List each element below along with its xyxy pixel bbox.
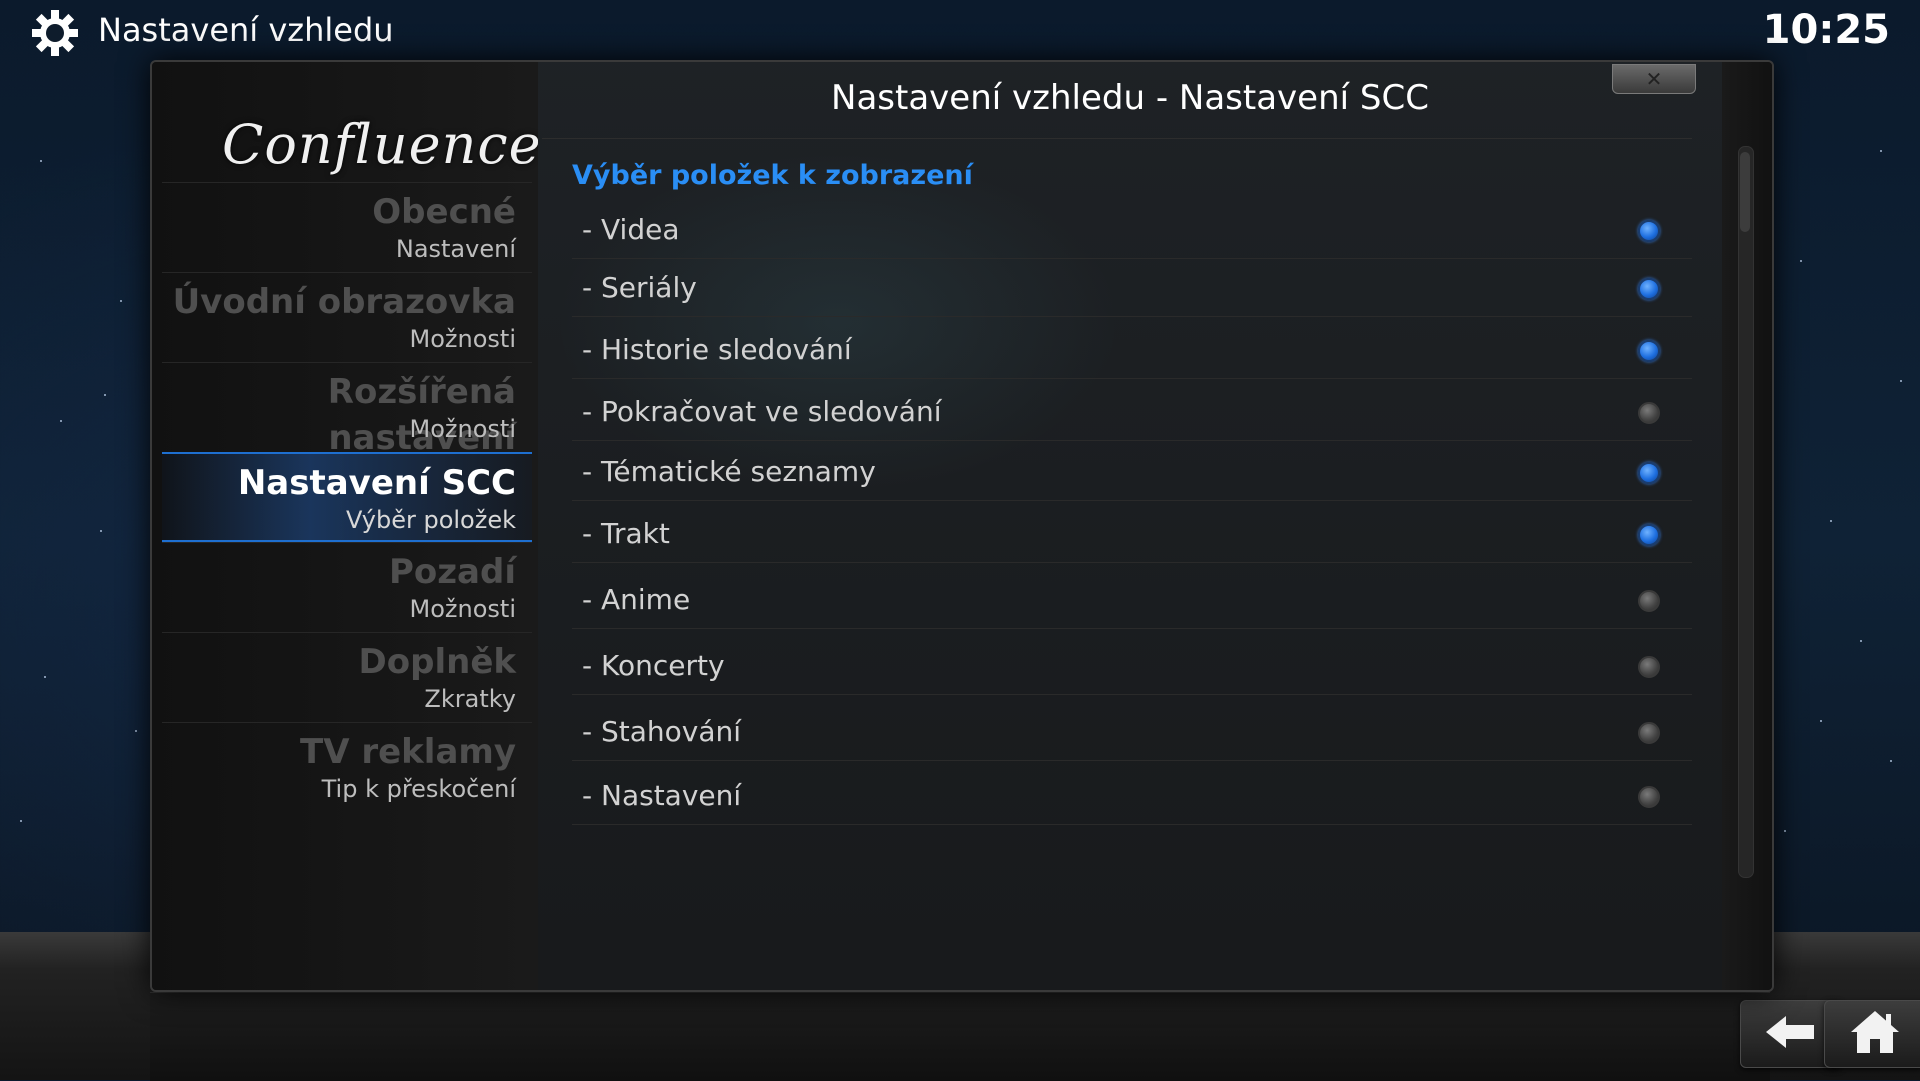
sidebar-item-doplnek[interactable]: Doplněk Zkratky bbox=[162, 632, 532, 722]
sidebar-item-title: Obecné bbox=[372, 192, 516, 232]
option-row-stahovani[interactable]: - Stahování bbox=[572, 704, 1692, 761]
section-header: Výběr položek k zobrazení bbox=[572, 160, 973, 191]
radio-toggle[interactable] bbox=[1638, 722, 1660, 744]
option-row-videa[interactable]: - Videa bbox=[572, 202, 1692, 259]
option-row-pokracovat-ve-sledovani[interactable]: - Pokračovat ve sledování bbox=[572, 384, 1692, 441]
radio-toggle[interactable] bbox=[1638, 462, 1660, 484]
sidebar-item-title: Doplněk bbox=[358, 642, 516, 682]
option-row-nastaveni[interactable]: - Nastavení bbox=[572, 768, 1692, 825]
sidebar-item-title: Nastavení SCC bbox=[237, 463, 516, 503]
radio-toggle[interactable] bbox=[1638, 786, 1660, 808]
radio-toggle[interactable] bbox=[1638, 220, 1660, 242]
sidebar-item-subtitle: Tip k přeskočení bbox=[321, 775, 516, 803]
window-title: Nastavení vzhledu bbox=[98, 11, 394, 49]
sidebar-item-rozsirena-nastaveni[interactable]: Rozšířená nastavení Možnosti bbox=[162, 362, 532, 458]
option-row-historie-sledovani[interactable]: - Historie sledování bbox=[572, 322, 1692, 379]
sidebar-item-subtitle: Zkratky bbox=[424, 685, 516, 713]
sidebar-item-uvodni-obrazovka[interactable]: Úvodní obrazovka Možnosti bbox=[162, 272, 532, 362]
radio-toggle[interactable] bbox=[1638, 340, 1660, 362]
home-icon bbox=[1849, 1008, 1901, 1060]
dialog-title: Nastavení vzhledu - Nastavení SCC bbox=[831, 78, 1429, 118]
sidebar-item-subtitle: Výběr položek bbox=[345, 506, 516, 534]
home-button[interactable] bbox=[1824, 1000, 1920, 1068]
settings-dialog: Confluence Obecné Nastavení Úvodní obraz… bbox=[150, 60, 1774, 992]
sidebar-item-obecne[interactable]: Obecné Nastavení bbox=[162, 182, 532, 272]
option-row-koncerty[interactable]: - Koncerty bbox=[572, 638, 1692, 695]
bottom-panel bbox=[150, 992, 1770, 1081]
sidebar-item-title: TV reklamy bbox=[300, 732, 516, 772]
option-row-serialy[interactable]: - Seriály bbox=[572, 260, 1692, 317]
radio-toggle[interactable] bbox=[1638, 590, 1660, 612]
option-label: - Stahování bbox=[582, 715, 742, 748]
sidebar-item-nastaveni-scc[interactable]: Nastavení SCC Výběr položek bbox=[162, 452, 532, 542]
sidebar-menu: Obecné Nastavení Úvodní obrazovka Možnos… bbox=[162, 182, 532, 812]
option-label: - Koncerty bbox=[582, 649, 725, 682]
option-label: - Anime bbox=[582, 583, 691, 616]
radio-toggle[interactable] bbox=[1638, 402, 1660, 424]
option-label: - Nastavení bbox=[582, 779, 742, 812]
option-label: - Historie sledování bbox=[582, 333, 852, 366]
clock: 10:25 bbox=[1762, 7, 1890, 53]
back-arrow-icon bbox=[1764, 1012, 1818, 1056]
option-row-anime[interactable]: - Anime bbox=[572, 572, 1692, 629]
scrollbar[interactable] bbox=[1738, 146, 1754, 878]
sidebar-item-subtitle: Možnosti bbox=[409, 325, 516, 353]
sidebar-item-title: Úvodní obrazovka bbox=[172, 282, 516, 322]
close-button[interactable]: ✕ bbox=[1612, 64, 1696, 94]
radio-toggle[interactable] bbox=[1638, 278, 1660, 300]
option-label: - Videa bbox=[582, 213, 680, 246]
sidebar-item-subtitle: Možnosti bbox=[409, 595, 516, 623]
option-row-tematicke-seznamy[interactable]: - Tématické seznamy bbox=[572, 444, 1692, 501]
scrollbar-thumb[interactable] bbox=[1740, 152, 1750, 232]
option-label: - Seriály bbox=[582, 271, 697, 304]
option-label: - Tématické seznamy bbox=[582, 455, 876, 488]
sidebar: Confluence Obecné Nastavení Úvodní obraz… bbox=[152, 62, 541, 990]
gear-icon bbox=[30, 8, 80, 58]
option-row-trakt[interactable]: - Trakt bbox=[572, 506, 1692, 563]
close-icon: ✕ bbox=[1645, 67, 1663, 91]
radio-toggle[interactable] bbox=[1638, 656, 1660, 678]
sidebar-item-pozadi[interactable]: Pozadí Možnosti bbox=[162, 542, 532, 632]
sidebar-item-subtitle: Možnosti bbox=[409, 415, 516, 443]
option-label: - Trakt bbox=[582, 517, 670, 550]
radio-toggle[interactable] bbox=[1638, 524, 1660, 546]
option-label: - Pokračovat ve sledování bbox=[582, 395, 942, 428]
sidebar-item-subtitle: Nastavení bbox=[395, 235, 516, 263]
sidebar-item-tv-reklamy[interactable]: TV reklamy Tip k přeskočení bbox=[162, 722, 532, 812]
sidebar-item-title: Pozadí bbox=[388, 552, 516, 592]
divider bbox=[542, 138, 1692, 139]
